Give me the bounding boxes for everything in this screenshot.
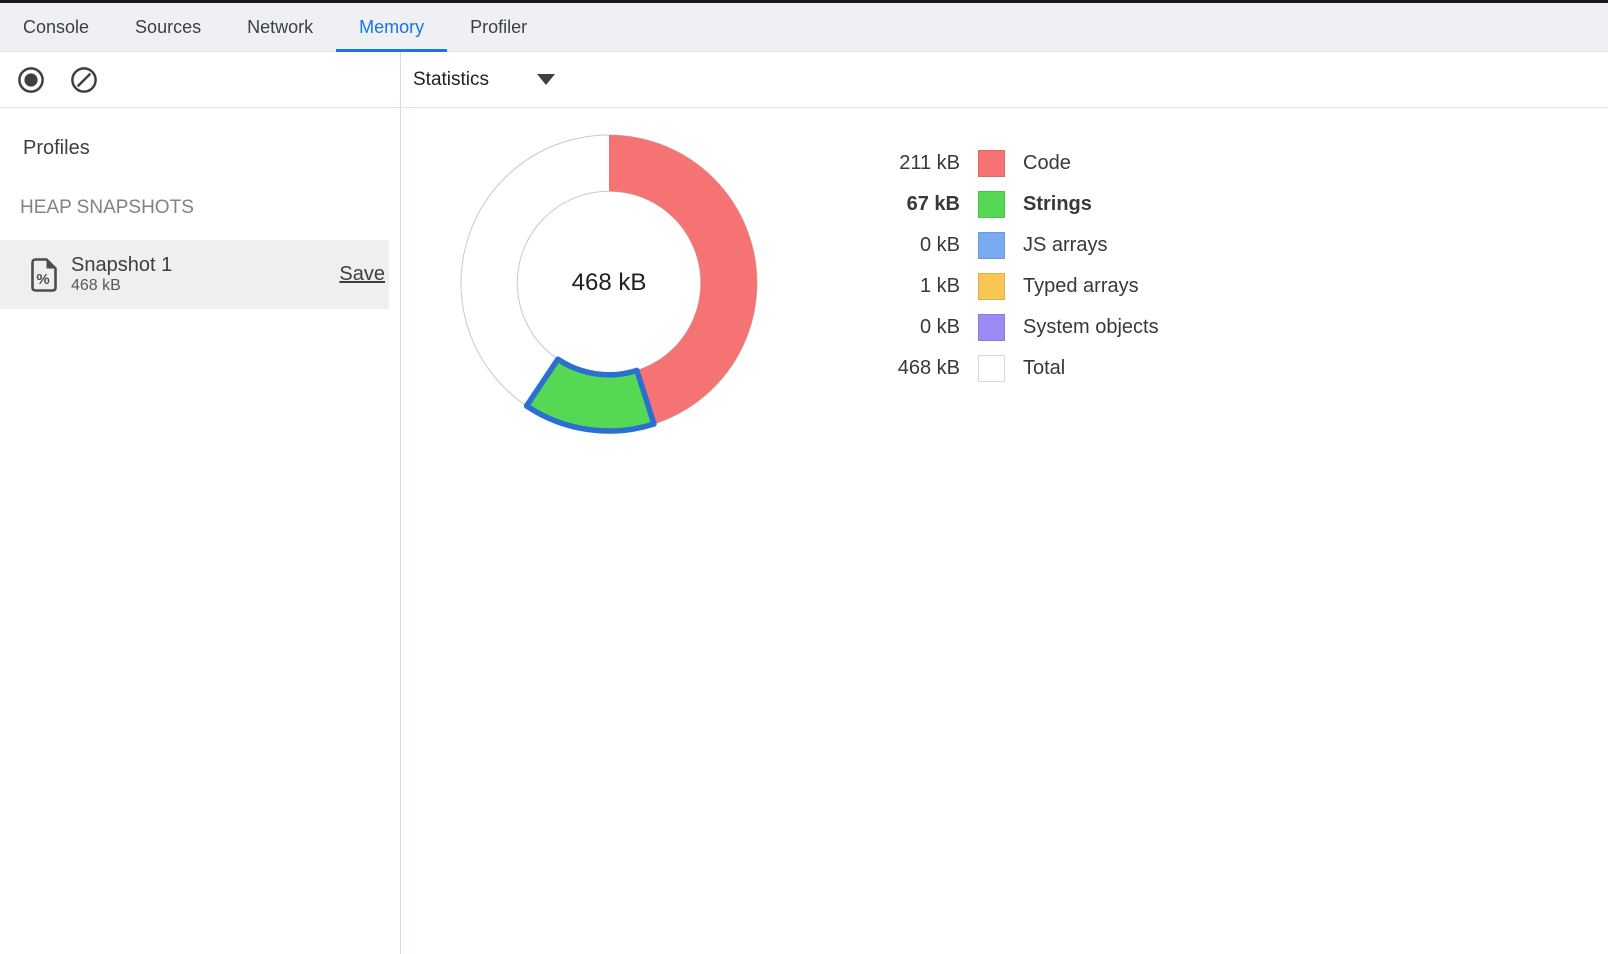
legend-value: 1 kB [820,275,960,298]
panel-toolbar: Statistics [0,52,1608,108]
legend-label: Total [1023,357,1065,380]
legend-value: 468 kB [820,357,960,380]
legend-row-js-arrays[interactable]: 0 kB JS arrays [820,225,1159,266]
statistics-dropdown-value: Statistics [413,69,489,91]
legend-swatch [978,150,1005,177]
legend-value: 0 kB [820,234,960,257]
legend-row-code[interactable]: 211 kB Code [820,143,1159,184]
record-icon [17,66,45,94]
legend-swatch [978,191,1005,218]
save-link[interactable]: Save [339,263,385,286]
snapshot-size: 468 kB [71,277,172,295]
legend-swatch [978,232,1005,259]
tab-memory[interactable]: Memory [336,3,447,51]
legend-row-strings[interactable]: 67 kB Strings [820,184,1159,225]
heap-snapshots-section-header: HEAP SNAPSHOTS [20,197,400,219]
chevron-down-icon [537,74,555,85]
svg-text:%: % [36,271,49,288]
tab-profiler[interactable]: Profiler [447,3,550,51]
legend-swatch [978,273,1005,300]
tab-console[interactable]: Console [0,3,112,51]
legend-label: Typed arrays [1023,275,1139,298]
legend-label: Strings [1023,193,1092,216]
legend-value: 67 kB [820,193,960,216]
legend-row-total[interactable]: 468 kB Total [820,348,1159,389]
chart-legend: 211 kB Code 67 kB Strings 0 kB JS arrays… [820,143,1159,389]
profiles-toolbar [0,52,400,107]
donut-segment-strings[interactable] [527,359,654,431]
legend-row-typed-arrays[interactable]: 1 kB Typed arrays [820,266,1159,307]
profiles-heading: Profiles [23,137,400,160]
snapshot-title: Snapshot 1 [71,254,172,277]
legend-value: 0 kB [820,316,960,339]
legend-value: 211 kB [820,152,960,175]
profiles-sidebar: Profiles HEAP SNAPSHOTS % Snapshot 1 468… [0,108,400,954]
devtools-tab-bar: ConsoleSourcesNetworkMemoryProfiler [0,3,1608,52]
legend-label: JS arrays [1023,234,1107,257]
legend-row-system-objects[interactable]: 0 kB System objects [820,307,1159,348]
statistics-dropdown[interactable]: Statistics [413,69,555,91]
sidebar-item-snapshot-1[interactable]: % Snapshot 1 468 kB Save [0,240,389,309]
clear-icon [70,66,98,94]
legend-swatch [978,314,1005,341]
tab-sources[interactable]: Sources [112,3,224,51]
donut-total-label: 468 kB [449,268,769,298]
legend-label: System objects [1023,316,1159,339]
tab-network[interactable]: Network [224,3,336,51]
statistics-view: 468 kB 211 kB Code 67 kB Strings 0 kB JS… [401,108,1608,954]
record-heap-snapshot-button[interactable] [17,66,45,94]
heap-snapshot-icon: % [31,258,57,292]
clear-profiles-button[interactable] [70,66,98,94]
snapshot-text: Snapshot 1 468 kB [71,254,172,295]
view-toolbar: Statistics [400,52,555,107]
legend-swatch [978,355,1005,382]
legend-label: Code [1023,152,1071,175]
